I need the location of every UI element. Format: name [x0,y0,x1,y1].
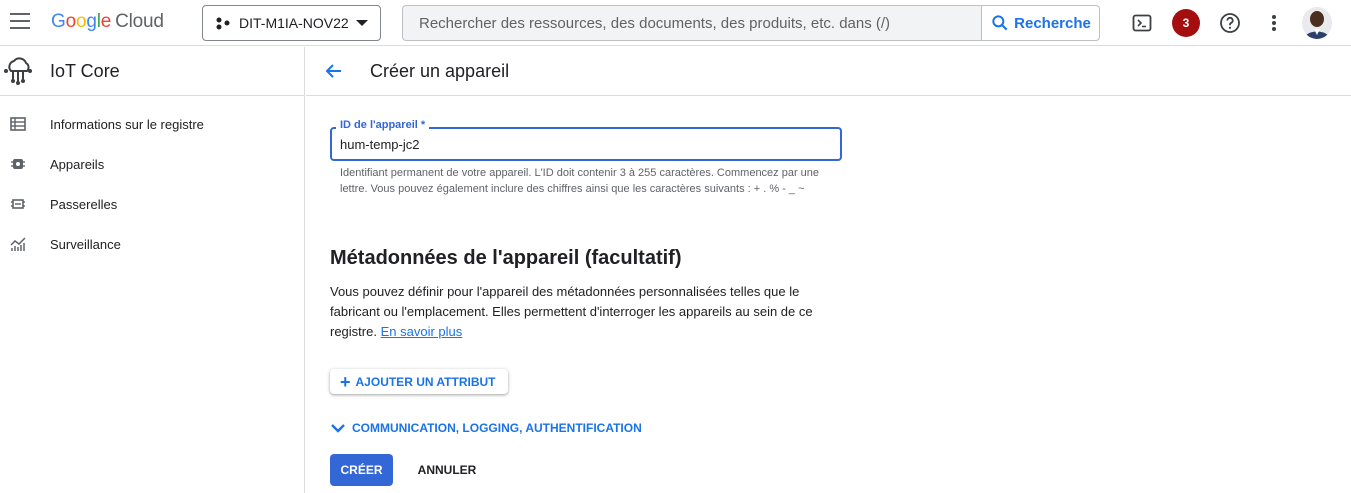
main-content: Créer un appareil ID de l'appareil * Ide… [306,47,1351,493]
page-title: Créer un appareil [370,61,510,81]
search-icon [992,15,1008,31]
google-cloud-logo[interactable]: Google Cloud [51,11,164,33]
table-icon [10,117,26,131]
sidebar-item-devices[interactable]: Appareils [0,144,304,184]
sidebar-item-label: Surveillance [50,236,121,252]
project-dots-icon [216,17,230,30]
search-bar: Recherche [402,5,1100,41]
menu-icon[interactable] [10,13,30,31]
plus-icon: + [340,371,351,392]
learn-more-link[interactable]: En savoir plus [381,324,463,339]
sidebar-item-label: Informations sur le registre [50,116,204,132]
sidebar-item-label: Passerelles [50,196,118,212]
device-id-input[interactable] [332,129,840,159]
sidebar-item-gateways[interactable]: Passerelles [0,184,304,224]
device-id-label: ID de l'appareil * [336,119,430,131]
more-vert-icon[interactable] [1262,11,1286,35]
avatar[interactable] [1302,7,1332,39]
project-name: DIT-M1IA-NOV22 [239,15,349,31]
metadata-description: Vous pouvez définir pour l'appareil des … [330,284,813,339]
cancel-button[interactable]: ANNULER [410,454,484,486]
page-header: Créer un appareil [306,47,1351,96]
device-id-field [330,127,842,161]
iot-core-icon [4,57,32,85]
sidebar-item-label: Appareils [50,156,105,172]
sidebar-header: IoT Core [0,47,304,96]
monitoring-icon [10,237,26,251]
top-bar: GoogleCloud DIT-M1IA-NOV22 Recherche 3 [0,0,1351,46]
terminal-icon[interactable] [1130,11,1154,35]
project-selector[interactable]: DIT-M1IA-NOV22 [202,5,381,41]
chevron-down-icon [331,424,345,433]
product-title: IoT Core [50,61,120,81]
device-id-hint: Identifiant permanent de votre appareil.… [340,167,820,195]
gateway-icon [11,199,25,209]
sidebar: IoT Core Informations sur le registre Ap… [0,47,305,493]
sidebar-item-registry-info[interactable]: Informations sur le registre [0,104,304,144]
chip-icon [11,159,25,169]
communication-section-toggle[interactable]: COMMUNICATION, LOGGING, AUTHENTIFICATION [330,421,642,435]
chevron-down-icon [356,20,368,26]
add-attribute-button[interactable]: + AJOUTER UN ATTRIBUT [330,369,508,394]
search-button[interactable]: Recherche [981,6,1099,40]
help-icon[interactable] [1218,11,1242,35]
search-input[interactable] [403,6,981,40]
metadata-section-title: Métadonnées de l'appareil (facultatif) [330,247,682,269]
notification-badge[interactable]: 3 [1172,9,1200,37]
back-arrow-icon[interactable] [324,61,344,81]
create-button[interactable]: CRÉER [330,454,393,486]
sidebar-item-monitoring[interactable]: Surveillance [0,224,304,264]
